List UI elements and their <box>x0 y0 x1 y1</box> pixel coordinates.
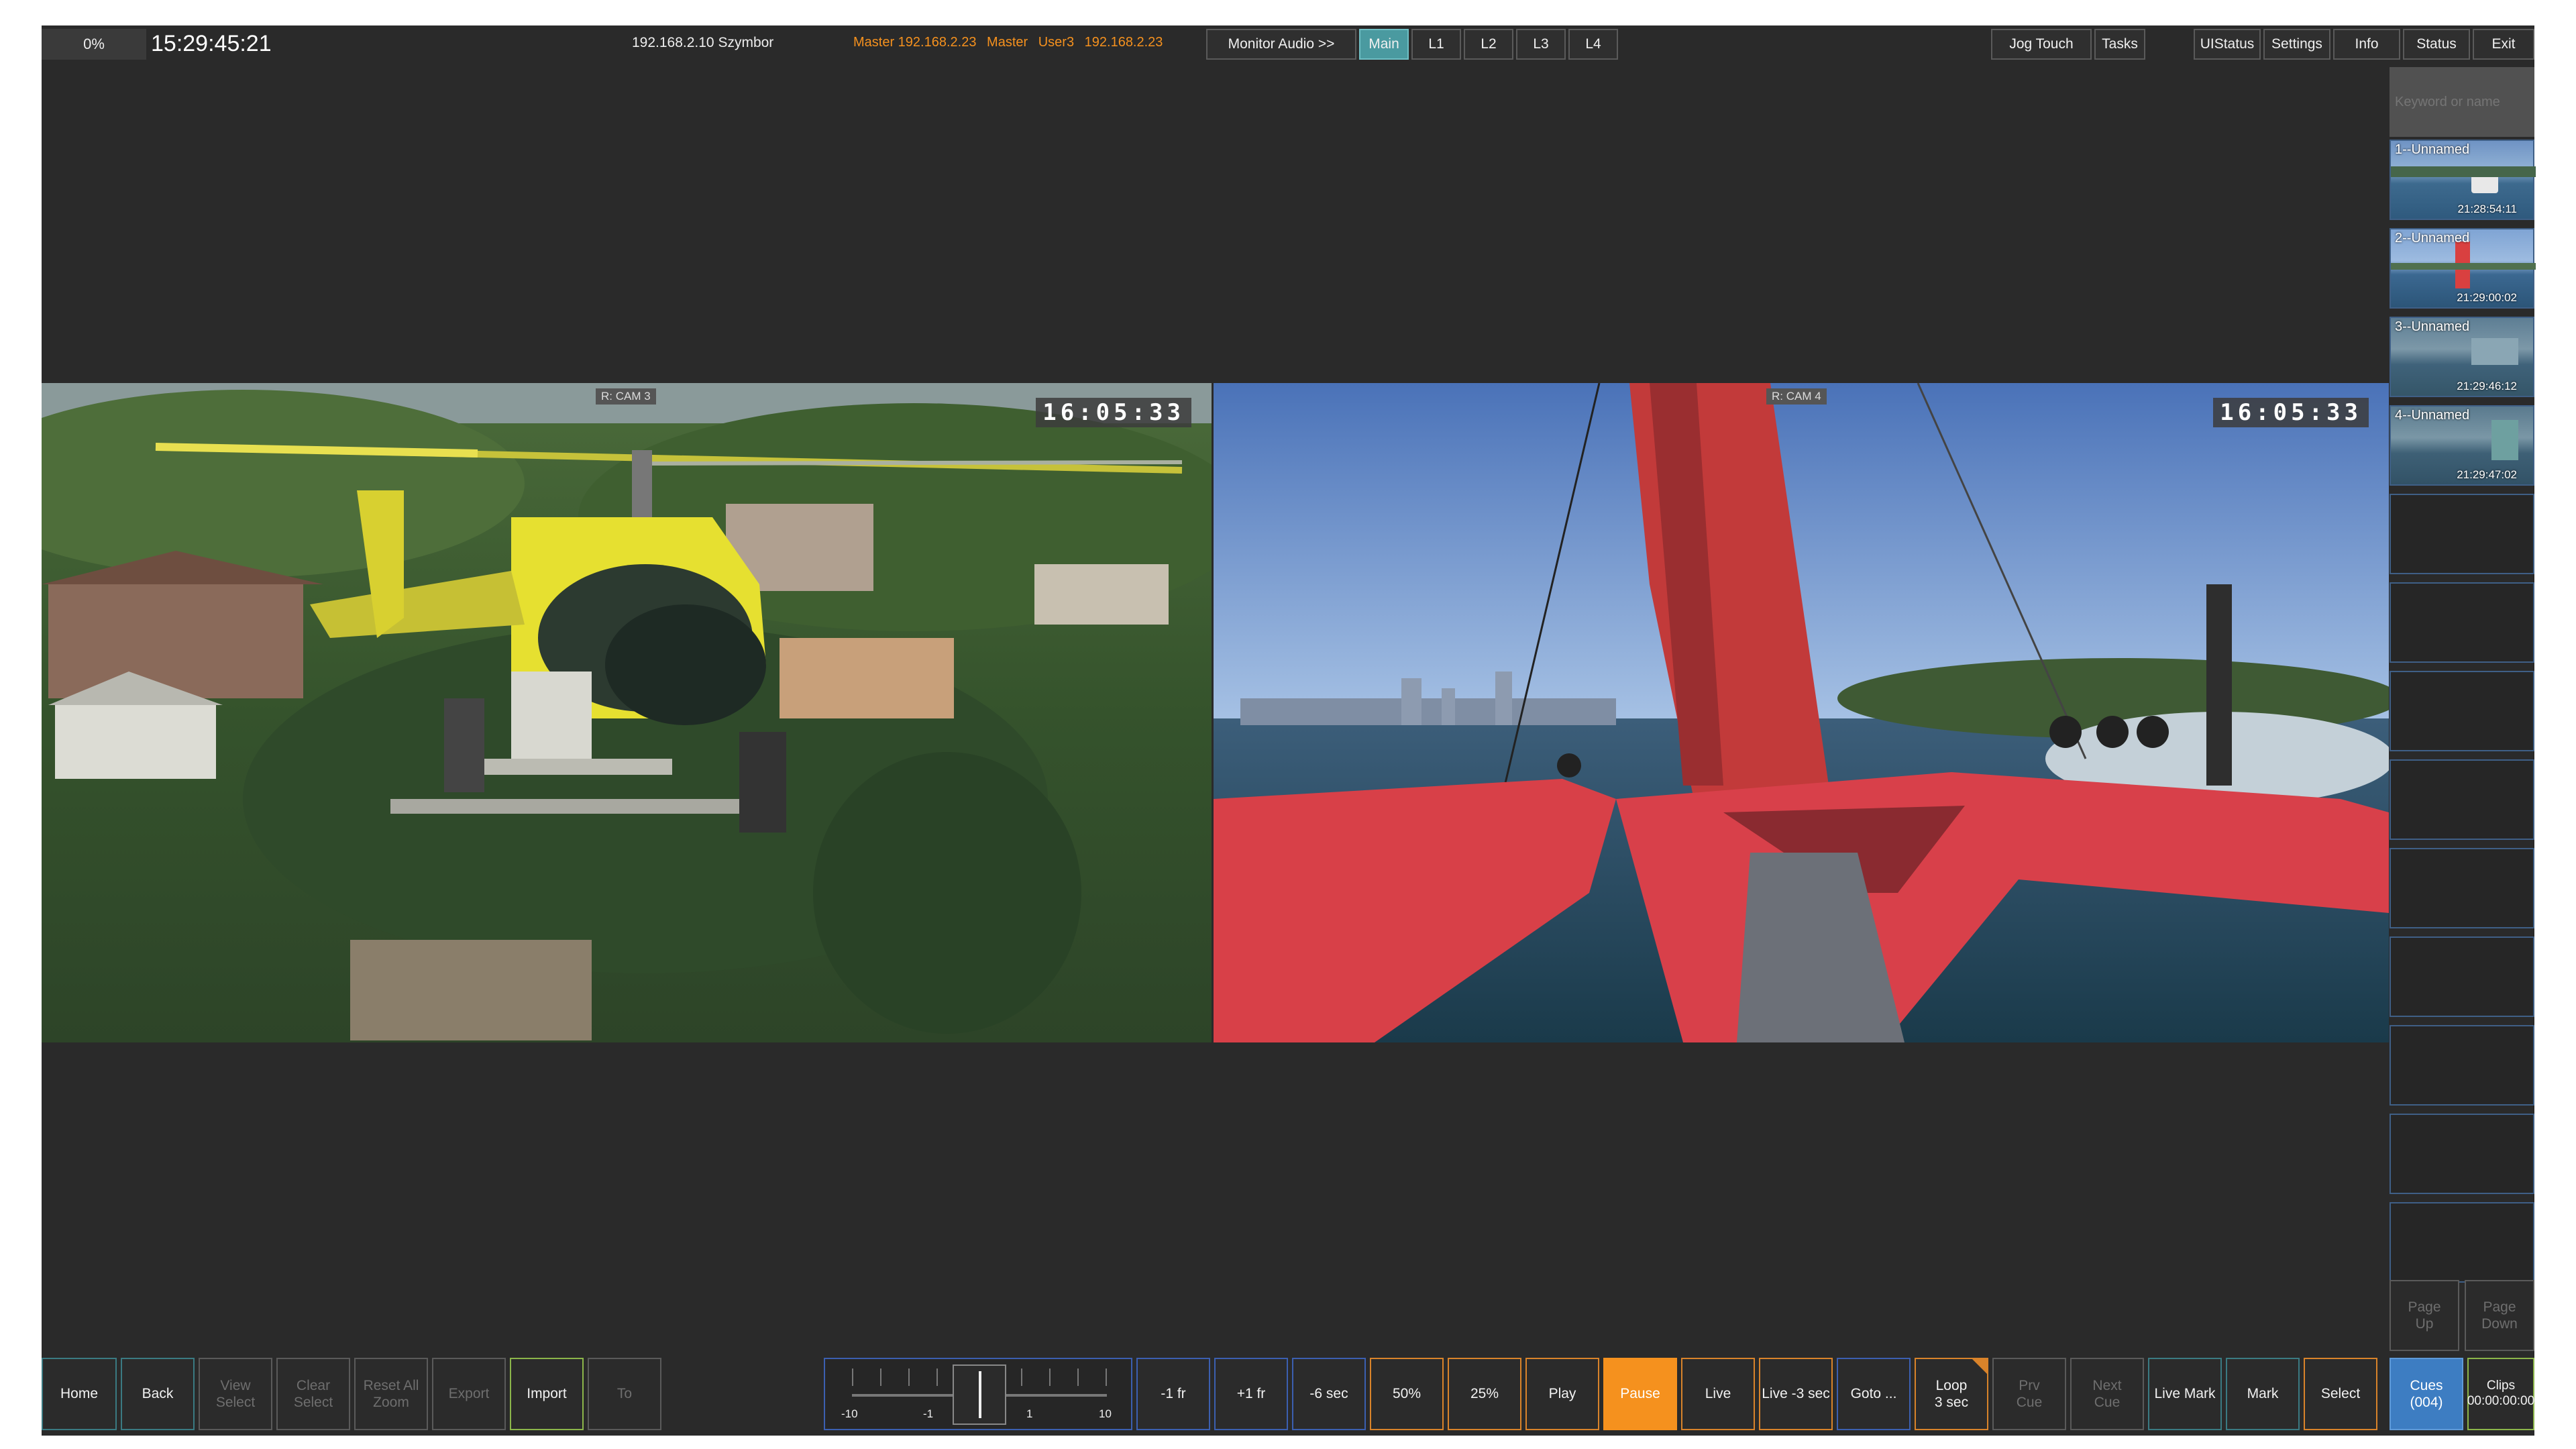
clip-thumbnail[interactable]: 2--Unnamed 21:29:00:02 <box>2390 228 2536 309</box>
clip-timecode: 21:29:46:12 <box>2457 380 2517 392</box>
plus-1-frame-button[interactable]: +1 fr <box>1214 1358 1288 1430</box>
next-cue-button[interactable]: Next Cue <box>2070 1358 2144 1430</box>
empty-clip-slot[interactable] <box>2390 759 2534 840</box>
settings-button[interactable]: Settings <box>2263 29 2330 60</box>
play-button[interactable]: Play <box>1525 1358 1599 1430</box>
user-ip: 192.168.2.23 <box>1084 35 1163 50</box>
export-button[interactable]: Export <box>432 1358 506 1430</box>
clip-name: 1--Unnamed <box>2395 142 2470 157</box>
info-button[interactable]: Info <box>2333 29 2400 60</box>
tab-l1[interactable]: L1 <box>1411 29 1461 60</box>
live-button[interactable]: Live <box>1681 1358 1755 1430</box>
mark-button[interactable]: Mark <box>2226 1358 2300 1430</box>
empty-clip-slot[interactable] <box>2390 1114 2534 1194</box>
jog-touch-button[interactable]: Jog Touch <box>1991 29 2092 60</box>
live-minus-3-sec-button[interactable]: Live -3 sec <box>1759 1358 1833 1430</box>
tab-l2[interactable]: L2 <box>1464 29 1513 60</box>
reset-all-zoom-button[interactable]: Reset All Zoom <box>354 1358 428 1430</box>
previous-cue-button[interactable]: Prv Cue <box>1992 1358 2066 1430</box>
system-clock: 15:29:45:21 <box>151 31 272 56</box>
empty-clip-slot[interactable] <box>2390 582 2534 663</box>
import-button[interactable]: Import <box>510 1358 584 1430</box>
user-label: User3 <box>1038 35 1075 50</box>
buffer-percent: 0% <box>42 29 146 60</box>
live-mark-button[interactable]: Live Mark <box>2148 1358 2222 1430</box>
master-primary: Master 192.168.2.23 <box>853 35 977 50</box>
clip-timecode: 21:29:00:02 <box>2457 291 2517 304</box>
page-down-button[interactable]: Page Down <box>2465 1280 2534 1351</box>
view-select-button[interactable]: View Select <box>199 1358 272 1430</box>
viewer-cam-4[interactable]: R: CAM 4 16:05:33 <box>1214 383 2389 1042</box>
jog-tick-label: -10 <box>841 1407 858 1420</box>
search-input[interactable] <box>2390 67 2534 137</box>
viewer-source-label: R: CAM 4 <box>1766 388 1827 405</box>
empty-clip-slot[interactable] <box>2390 494 2534 574</box>
select-button[interactable]: Select <box>2304 1358 2377 1430</box>
jog-tick-label: 10 <box>1099 1407 1112 1420</box>
goto-button[interactable]: Goto ... <box>1837 1358 1911 1430</box>
sailboat-footage <box>1214 383 2389 1042</box>
monitor-audio-button[interactable]: Monitor Audio >> <box>1206 29 1356 60</box>
jog-handle[interactable] <box>953 1364 1006 1425</box>
replay-app-window: 0% 15:29:45:21 192.168.2.10 Szymbor Mast… <box>42 25 2536 1436</box>
helicopter-footage <box>42 383 1212 1042</box>
viewer-timecode: 16:05:33 <box>2213 398 2369 427</box>
clip-thumbnail[interactable]: 1--Unnamed 21:28:54:11 <box>2390 140 2536 220</box>
minus-1-frame-button[interactable]: -1 fr <box>1136 1358 1210 1430</box>
to-button[interactable]: To <box>588 1358 661 1430</box>
clip-timecode: 21:29:47:02 <box>2457 468 2517 481</box>
viewer-cam-3[interactable]: R: CAM 3 16:05:33 <box>42 383 1212 1042</box>
jog-tick-label: -1 <box>923 1407 934 1420</box>
clip-name: 4--Unnamed <box>2395 408 2470 423</box>
home-button[interactable]: Home <box>42 1358 117 1430</box>
exit-button[interactable]: Exit <box>2473 29 2534 60</box>
back-button[interactable]: Back <box>121 1358 195 1430</box>
empty-clip-slot[interactable] <box>2390 671 2534 751</box>
clips-button[interactable]: Clips 00:00:00:00 <box>2467 1358 2534 1430</box>
clip-thumbnail[interactable]: 3--Unnamed 21:29:46:12 <box>2390 317 2534 397</box>
speed-25-button[interactable]: 25% <box>1448 1358 1521 1430</box>
clear-select-button[interactable]: Clear Select <box>276 1358 350 1430</box>
status-button[interactable]: Status <box>2403 29 2470 60</box>
cues-button[interactable]: Cues (004) <box>2390 1358 2463 1430</box>
clip-timecode: 21:28:54:11 <box>2457 203 2517 215</box>
server-info: 192.168.2.10 Szymbor <box>632 35 774 50</box>
jog-tick-label: 1 <box>1026 1407 1033 1420</box>
tasks-button[interactable]: Tasks <box>2094 29 2145 60</box>
empty-clip-slot[interactable] <box>2390 936 2534 1017</box>
pause-button[interactable]: Pause <box>1603 1358 1677 1430</box>
tab-l3[interactable]: L3 <box>1516 29 1566 60</box>
tab-main[interactable]: Main <box>1359 29 1409 60</box>
clip-thumbnail[interactable]: 4--Unnamed 21:29:47:02 <box>2390 405 2534 486</box>
page-up-button[interactable]: Page Up <box>2390 1280 2459 1351</box>
empty-clip-slot[interactable] <box>2390 1025 2534 1106</box>
master-status: Master 192.168.2.23 Master User3 192.168… <box>853 35 1163 50</box>
loop-corner-indicator <box>1971 1358 1988 1375</box>
uistatus-button[interactable]: UIStatus <box>2194 29 2261 60</box>
minus-6-sec-button[interactable]: -6 sec <box>1292 1358 1366 1430</box>
empty-clip-slot[interactable] <box>2390 1202 2534 1283</box>
clip-name: 3--Unnamed <box>2395 319 2470 334</box>
viewer-timecode: 16:05:33 <box>1036 398 1191 427</box>
speed-50-button[interactable]: 50% <box>1370 1358 1444 1430</box>
clip-name: 2--Unnamed <box>2395 231 2470 246</box>
master-label: Master <box>987 35 1028 50</box>
empty-clip-slot[interactable] <box>2390 848 2534 928</box>
jog-shuttle-slider[interactable]: -10 -1 1 10 <box>824 1358 1132 1430</box>
tab-l4[interactable]: L4 <box>1568 29 1618 60</box>
viewer-source-label: R: CAM 3 <box>596 388 656 405</box>
